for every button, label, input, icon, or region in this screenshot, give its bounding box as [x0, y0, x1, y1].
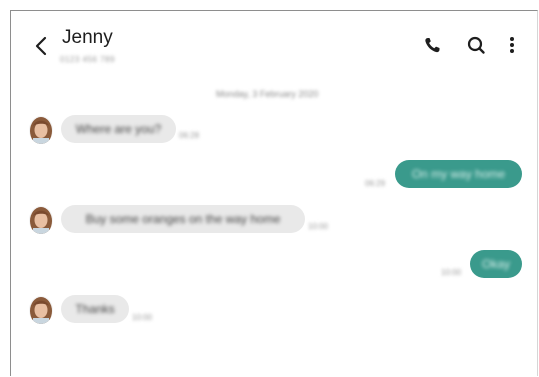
contact-avatar[interactable] — [29, 116, 53, 144]
back-arrow-icon[interactable] — [31, 35, 51, 57]
message-text: Where are you? — [75, 122, 162, 136]
message-time: 06:28 — [179, 131, 200, 140]
message-text: Okay — [481, 257, 510, 271]
contact-avatar[interactable] — [29, 296, 53, 324]
message-time: 10:00 — [308, 222, 329, 231]
message-time: 10:00 — [132, 313, 153, 322]
messaging-screen: Jenny 0123 456 789 Monday, 3 February 20… — [10, 10, 538, 376]
phone-icon[interactable] — [420, 33, 446, 57]
contact-name: Jenny — [62, 27, 113, 48]
message-text: On my way home — [411, 167, 506, 181]
message-text: Buy some oranges on the way home — [85, 212, 281, 226]
incoming-message-bubble[interactable]: Thanks — [61, 295, 129, 323]
contact-number: 0123 456 789 — [60, 55, 115, 64]
message-time: 10:00 — [441, 268, 462, 277]
message-time: 06:29 — [365, 179, 386, 188]
incoming-message-bubble[interactable]: Where are you? — [61, 115, 176, 143]
incoming-message-bubble[interactable]: Buy some oranges on the way home — [61, 205, 305, 233]
search-icon[interactable] — [464, 33, 490, 57]
outgoing-message-bubble[interactable]: On my way home — [395, 160, 522, 188]
message-text: Thanks — [75, 302, 115, 316]
more-vertical-icon[interactable] — [504, 33, 520, 57]
outgoing-message-bubble[interactable]: Okay — [470, 250, 522, 278]
date-separator: Monday, 3 February 2020 — [216, 89, 319, 99]
contact-avatar[interactable] — [29, 206, 53, 234]
